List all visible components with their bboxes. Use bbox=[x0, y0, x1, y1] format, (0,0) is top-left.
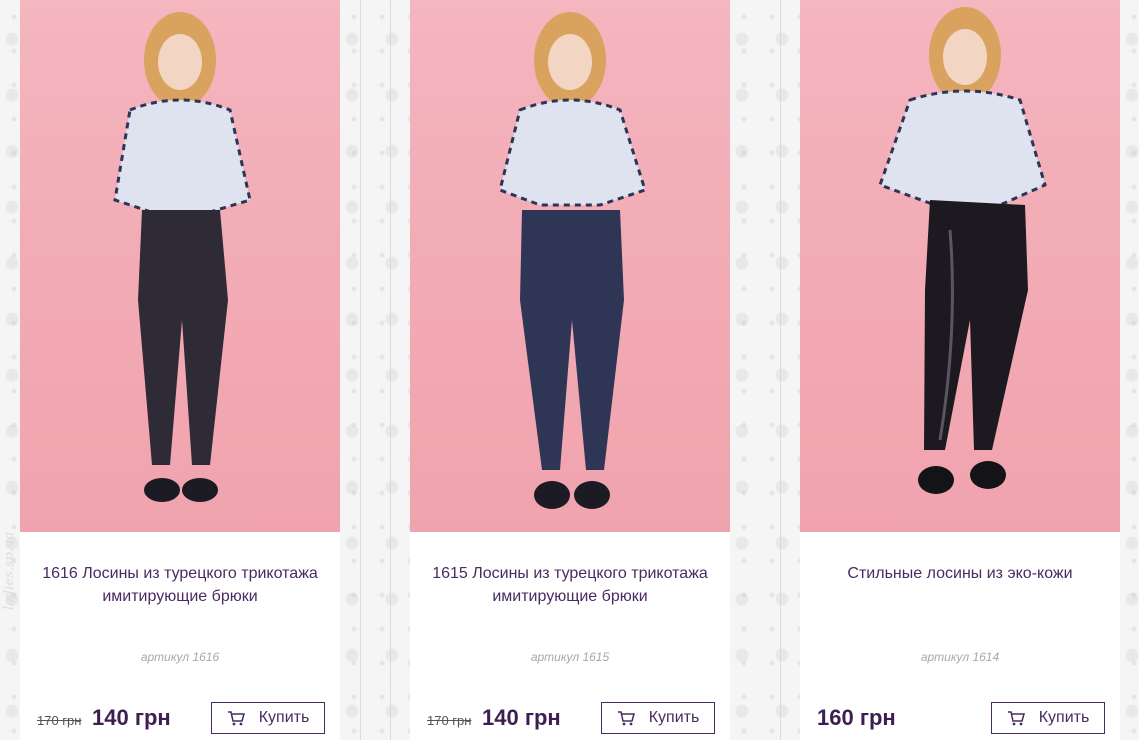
cart-icon bbox=[1007, 710, 1025, 726]
buy-button[interactable]: Купить bbox=[601, 702, 715, 734]
buy-button-label: Купить bbox=[1038, 709, 1090, 726]
product-card: Стильные лосины из эко-кожи артикул 1614… bbox=[800, 0, 1120, 740]
product-title[interactable]: 1615 Лосины из турецкого трикотажа имити… bbox=[420, 562, 720, 608]
product-article: артикул 1616 bbox=[140, 650, 220, 664]
price: 160 грн bbox=[817, 705, 896, 730]
decorative-border-left bbox=[0, 0, 22, 740]
buy-button-label: Купить bbox=[258, 709, 310, 726]
cart-icon bbox=[617, 710, 635, 726]
product-photo[interactable] bbox=[800, 0, 1120, 532]
divider bbox=[390, 0, 391, 740]
old-price: 170 грн bbox=[37, 713, 82, 728]
product-title[interactable]: 1616 Лосины из турецкого трикотажа имити… bbox=[30, 562, 330, 608]
old-price: 170 грн bbox=[427, 713, 472, 728]
buy-button[interactable]: Купить bbox=[211, 702, 325, 734]
divider bbox=[780, 0, 781, 740]
decorative-gutter bbox=[340, 0, 410, 740]
product-title[interactable]: Стильные лосины из эко-кожи bbox=[810, 562, 1110, 585]
pants bbox=[924, 200, 1028, 450]
site-watermark: ladies.sp.ua bbox=[2, 531, 17, 610]
cart-icon bbox=[227, 710, 245, 726]
decorative-border-right bbox=[1120, 0, 1139, 740]
price: 140 грн bbox=[92, 705, 171, 730]
product-card: 1615 Лосины из турецкого трикотажа имити… bbox=[410, 0, 730, 740]
product-article: артикул 1614 bbox=[920, 650, 1000, 664]
product-article: артикул 1615 bbox=[530, 650, 610, 664]
product-photo[interactable] bbox=[20, 0, 340, 532]
pants bbox=[138, 210, 228, 465]
product-photo[interactable] bbox=[410, 0, 730, 532]
buy-button[interactable]: Купить bbox=[991, 702, 1105, 734]
pants bbox=[520, 210, 624, 470]
decorative-gutter bbox=[730, 0, 800, 740]
divider bbox=[360, 0, 361, 740]
price: 140 грн bbox=[482, 705, 561, 730]
product-card: 1616 Лосины из турецкого трикотажа имити… bbox=[20, 0, 340, 740]
buy-button-label: Купить bbox=[648, 709, 700, 726]
